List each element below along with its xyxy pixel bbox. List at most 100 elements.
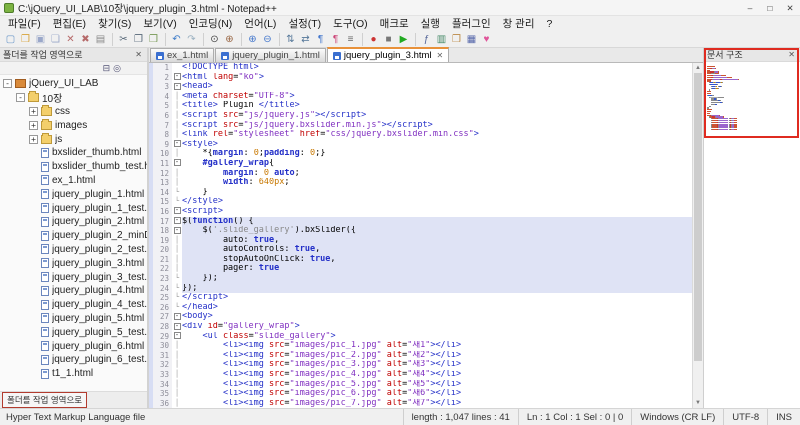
minimap[interactable] xyxy=(704,62,800,135)
tree-item-jquery_plugin_3.html[interactable]: jquery_plugin_3.html xyxy=(0,256,147,270)
tree-item-jquery_plugin_3_test.html[interactable]: jquery_plugin_3_test.html xyxy=(0,270,147,284)
maximize-button[interactable]: □ xyxy=(760,0,780,15)
line-number[interactable]: 29 xyxy=(153,331,172,342)
folder-workspace-bottom-tab[interactable]: 폴더를 작업 영역으로 xyxy=(2,392,88,408)
line-number[interactable]: 25 xyxy=(153,293,172,303)
menu-item-8[interactable]: 매크로 xyxy=(374,16,415,31)
insert-mode-label[interactable]: INS xyxy=(767,409,800,425)
fold-collapse-icon[interactable]: - xyxy=(173,140,181,148)
fold-collapse-icon[interactable]: - xyxy=(173,73,181,81)
docmap-close-icon[interactable]: ✕ xyxy=(786,50,797,59)
menu-item-7[interactable]: 도구(O) xyxy=(327,16,373,31)
folder-workspace-icon[interactable]: ❒ xyxy=(449,32,464,47)
fold-margin[interactable]: - xyxy=(172,158,182,169)
paste-icon[interactable]: ❒ xyxy=(146,32,161,47)
line-number[interactable]: 26 xyxy=(153,302,172,313)
code-line-17[interactable]: 17- $(function() { xyxy=(149,216,692,227)
line-number[interactable]: 27 xyxy=(153,312,172,323)
fold-margin[interactable]: └ xyxy=(172,293,182,303)
fold-collapse-icon[interactable]: - xyxy=(173,226,181,234)
tab-jquery_plugin_1.html[interactable]: jquery_plugin_1.html xyxy=(215,48,326,62)
fold-margin[interactable]: │ xyxy=(172,120,182,131)
line-number[interactable]: 10 xyxy=(153,149,172,159)
code-line-35[interactable]: 35 │ <li><img src="images/pic_6.jpg" alt=… xyxy=(149,389,692,399)
code-line-26[interactable]: 26 └ </head> xyxy=(149,302,692,313)
fold-margin[interactable]: │ xyxy=(172,350,182,361)
expand-toggle-icon[interactable]: + xyxy=(29,106,38,116)
fold-collapse-icon[interactable]: - xyxy=(173,82,181,90)
fold-margin[interactable]: │ xyxy=(172,168,182,179)
menu-item-3[interactable]: 보기(V) xyxy=(137,16,182,31)
scrollbar-thumb[interactable] xyxy=(694,73,702,361)
expand-toggle-icon[interactable]: - xyxy=(16,93,25,103)
fold-margin[interactable]: │ xyxy=(172,235,182,246)
fold-collapse-icon[interactable]: - xyxy=(173,159,181,167)
line-number[interactable]: 11 xyxy=(153,158,172,169)
locate-current-file-icon[interactable]: ◎ xyxy=(113,63,121,74)
fold-margin[interactable]: - xyxy=(172,139,182,150)
play-macro-icon[interactable]: ▶ xyxy=(396,32,411,47)
editor[interactable]: 1 <!DOCTYPE html> 2- <html lang="ko"> 3- <hea… xyxy=(149,63,692,408)
save-icon[interactable]: ▣ xyxy=(33,32,48,47)
fold-margin[interactable]: - xyxy=(172,226,182,236)
line-number[interactable]: 30 xyxy=(153,341,172,351)
close-all-icon[interactable]: ✖ xyxy=(78,32,93,47)
fold-margin[interactable]: - xyxy=(172,312,182,323)
fold-margin[interactable]: └ xyxy=(172,274,182,284)
line-number[interactable]: 9 xyxy=(153,139,172,150)
tree-item-jquery_plugin_5.html[interactable]: jquery_plugin_5.html xyxy=(0,312,147,326)
tree-item-jquery_plugin_2_minDate_maxD[interactable]: jquery_plugin_2_minDate_maxD xyxy=(0,229,147,243)
code-line-19[interactable]: 19 │ auto: true, xyxy=(149,235,692,246)
fold-margin[interactable]: - xyxy=(172,82,182,92)
line-number[interactable]: 23 xyxy=(153,274,172,284)
scroll-down-icon[interactable]: ▼ xyxy=(693,398,703,408)
code-line-1[interactable]: 1 <!DOCTYPE html> xyxy=(149,63,692,73)
line-number[interactable]: 20 xyxy=(153,245,172,255)
code-line-9[interactable]: 9- <style> xyxy=(149,139,692,150)
code-line-29[interactable]: 29- <ul class="slide_gallery"> xyxy=(149,331,692,342)
code-line-6[interactable]: 6 │ <script src="js/jquery.js"></script> xyxy=(149,110,692,121)
collapse-all-icon[interactable]: ⊟ xyxy=(103,63,111,74)
record-macro-icon[interactable]: ● xyxy=(366,32,381,47)
code-line-25[interactable]: 25 └ </script> xyxy=(149,293,692,303)
zoom-in-icon[interactable]: ⊕ xyxy=(245,32,260,47)
tree-item-jquery_plugin_4.html[interactable]: jquery_plugin_4.html xyxy=(0,284,147,298)
open-folder-icon[interactable]: ❒ xyxy=(18,32,33,47)
code-line-21[interactable]: 21 │ stopAutoOnClick: true, xyxy=(149,254,692,265)
code-line-16[interactable]: 16- <script> xyxy=(149,206,692,217)
tree-item-js[interactable]: + js xyxy=(0,132,147,146)
fold-margin[interactable]: │ xyxy=(172,178,182,188)
fold-margin[interactable]: └ xyxy=(172,283,182,294)
fold-margin[interactable]: │ xyxy=(172,264,182,275)
undo-icon[interactable]: ↶ xyxy=(169,32,184,47)
line-number[interactable]: 6 xyxy=(153,110,172,121)
encoding-label[interactable]: UTF-8 xyxy=(723,409,767,425)
fold-margin[interactable]: │ xyxy=(172,360,182,370)
fold-margin[interactable]: │ xyxy=(172,370,182,380)
minimize-button[interactable]: – xyxy=(740,0,760,15)
tree-item-jquery_plugin_4_test.html[interactable]: jquery_plugin_4_test.html xyxy=(0,298,147,312)
fold-margin[interactable]: │ xyxy=(172,91,182,102)
code-line-15[interactable]: 15 └ </style> xyxy=(149,197,692,207)
menu-item-4[interactable]: 인코딩(N) xyxy=(183,16,239,31)
fold-margin[interactable]: │ xyxy=(172,398,182,408)
zoom-out-icon[interactable]: ⊖ xyxy=(260,32,275,47)
menu-item-2[interactable]: 찾기(S) xyxy=(92,16,137,31)
panel-close-icon[interactable]: ✕ xyxy=(133,50,144,59)
tree-item-css[interactable]: + css xyxy=(0,104,147,119)
fold-collapse-icon[interactable]: - xyxy=(173,312,181,320)
tree-item-jquery_plugin_2.html[interactable]: jquery_plugin_2.html xyxy=(0,215,147,229)
code-line-12[interactable]: 12 │ margin: 0 auto; xyxy=(149,168,692,179)
line-number[interactable]: 34 xyxy=(153,379,172,390)
tree-item-10장[interactable]: - 10장 xyxy=(0,91,147,105)
line-number[interactable]: 19 xyxy=(153,235,172,246)
tree-item-jquery_plugin_5_test.html[interactable]: jquery_plugin_5_test.html xyxy=(0,325,147,339)
fold-margin[interactable]: └ xyxy=(172,302,182,313)
fold-margin[interactable]: │ xyxy=(172,341,182,351)
scroll-up-icon[interactable]: ▲ xyxy=(693,63,703,73)
menu-item-9[interactable]: 실행 xyxy=(415,16,446,31)
tree-item-t1_1.html[interactable]: t1_1.html xyxy=(0,367,147,381)
code-line-3[interactable]: 3- <head> xyxy=(149,82,692,92)
code-line-22[interactable]: 22 │ pager: true xyxy=(149,264,692,275)
code-line-8[interactable]: 8 │ <link rel="stylesheet" href="css/jquer… xyxy=(149,130,692,140)
